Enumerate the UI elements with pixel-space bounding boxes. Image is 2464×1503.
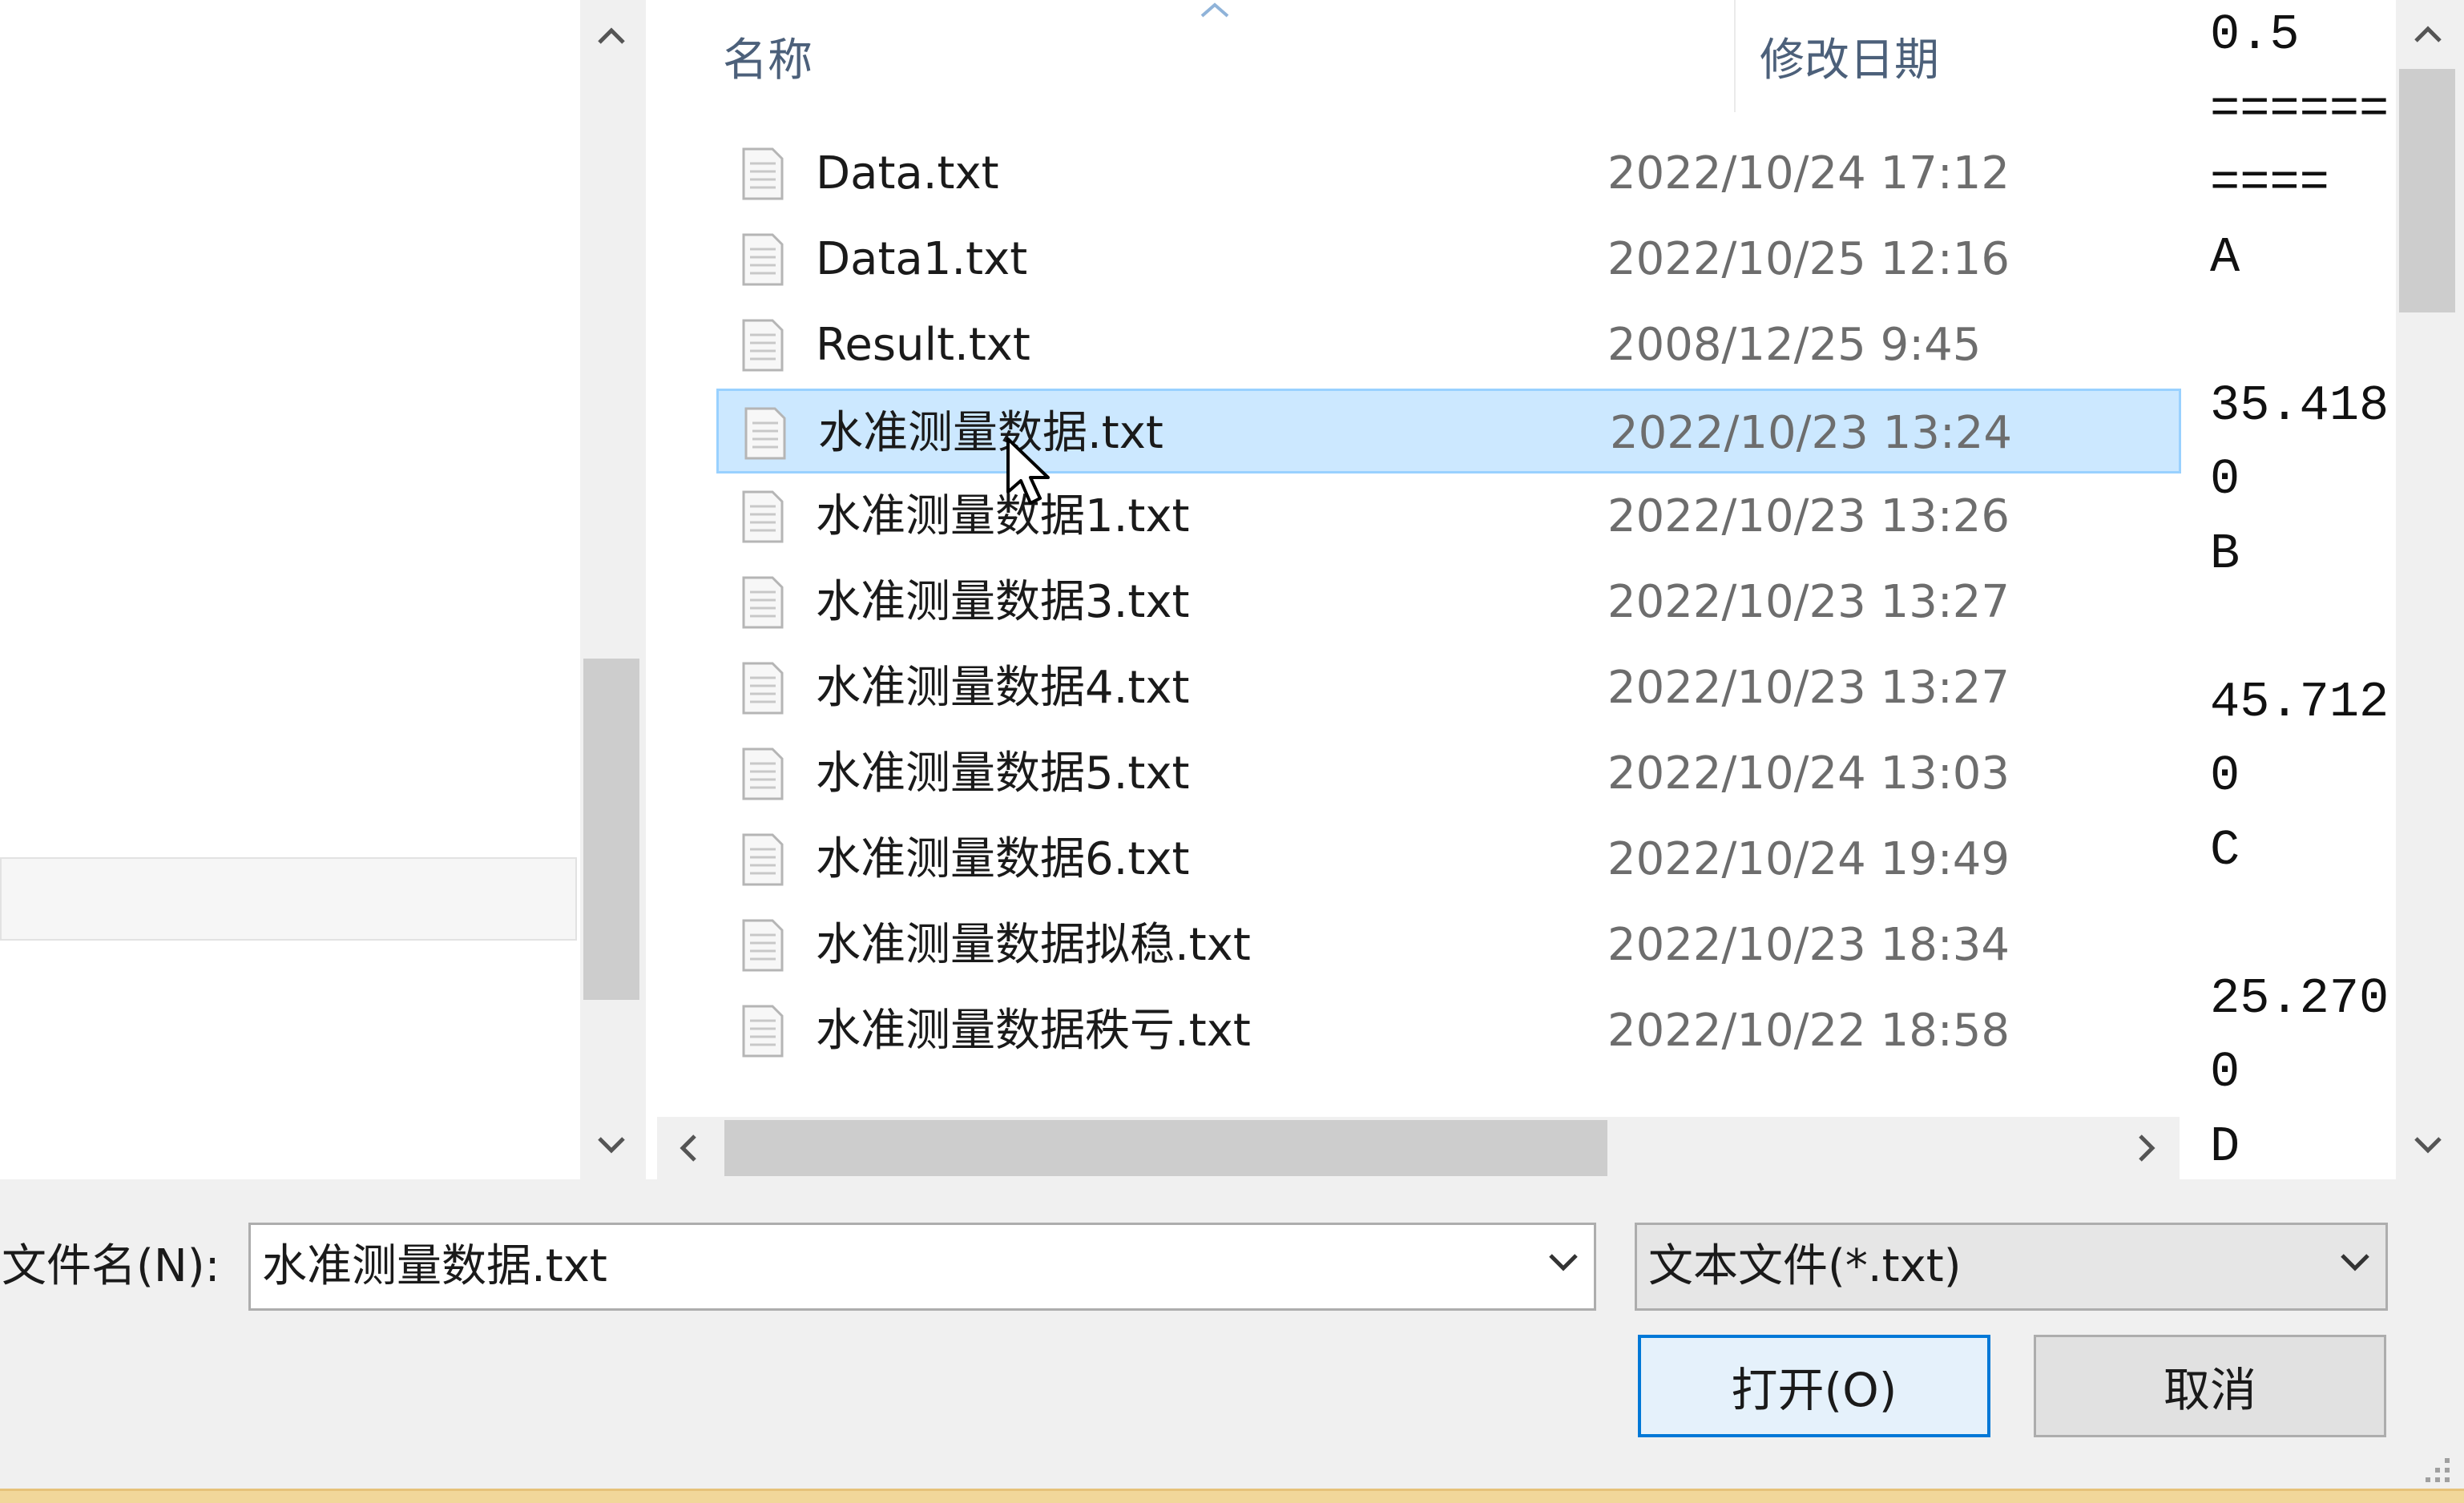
file-row[interactable]: 水准测量数据秩亏.txt 2022/10/22 18:58: [716, 989, 2181, 1074]
file-modified-date: 2022/10/22 18:58: [1607, 1005, 2010, 1057]
file-name: 水准测量数据拟稳.txt: [816, 919, 1251, 971]
horizontal-scroll-thumb[interactable]: [724, 1120, 1607, 1176]
file-modified-date: 2008/12/25 9:45: [1607, 319, 1982, 371]
file-modified-date: 2022/10/24 19:49: [1607, 833, 2010, 885]
sort-ascending-icon: [1199, 2, 1231, 22]
preview-text-line: A: [2210, 228, 2240, 286]
file-name: 水准测量数据3.txt: [816, 576, 1190, 628]
resize-grip-icon[interactable]: [2414, 1447, 2453, 1489]
file-modified-date: 2022/10/23 13:27: [1607, 576, 2010, 628]
file-name: 水准测量数据5.txt: [816, 747, 1190, 800]
file-modified-date: 2022/10/23 18:34: [1607, 919, 2010, 971]
text-file-icon: [740, 232, 785, 288]
navigation-vertical-scrollbar[interactable]: [580, 0, 643, 1179]
preview-vertical-scrollbar[interactable]: [2396, 0, 2460, 1179]
preview-text-line: D: [2210, 1118, 2240, 1175]
text-file-icon: [740, 746, 785, 802]
file-row[interactable]: 水准测量数据1.txt 2022/10/23 13:26: [716, 474, 2181, 559]
column-header-name[interactable]: 名称: [723, 0, 813, 112]
preview-scroll-thumb[interactable]: [2399, 69, 2455, 312]
navigation-scroll-thumb[interactable]: [583, 659, 639, 1000]
text-file-icon: [740, 917, 785, 973]
scroll-left-arrow-icon[interactable]: [657, 1117, 720, 1179]
scroll-down-arrow-icon[interactable]: [2396, 1110, 2460, 1179]
preview-text-line: 25.270: [2210, 969, 2389, 1027]
text-file-icon: [740, 1003, 785, 1059]
file-name: 水准测量数据6.txt: [816, 833, 1190, 885]
filename-input[interactable]: 水准测量数据.txt: [262, 1225, 607, 1308]
file-name: Result.txt: [816, 319, 1030, 371]
file-modified-date: 2022/10/24 13:03: [1607, 747, 2010, 800]
preview-pane: 0.5 ====== ==== A 35.418 0 B 45.712 0 C 25.270 0 D: [2183, 0, 2399, 1179]
preview-text-line: 0: [2210, 451, 2240, 508]
navigation-item[interactable]: [0, 857, 577, 941]
file-modified-date: 2022/10/24 17:12: [1607, 147, 2010, 199]
scroll-right-arrow-icon[interactable]: [2115, 1117, 2178, 1179]
scroll-down-arrow-icon[interactable]: [580, 1110, 643, 1179]
file-row[interactable]: 水准测量数据5.txt 2022/10/24 13:03: [716, 731, 2181, 816]
text-file-icon: [740, 489, 785, 545]
preview-text-line: 0: [2210, 747, 2240, 804]
file-name: 水准测量数据.txt: [818, 407, 1163, 459]
file-list-horizontal-scrollbar[interactable]: [657, 1117, 2180, 1179]
filetype-value: 文本文件(*.txt): [1648, 1240, 1962, 1292]
preview-text-line: C: [2210, 821, 2240, 879]
file-modified-date: 2022/10/25 12:16: [1607, 233, 2010, 285]
file-row[interactable]: 水准测量数据3.txt 2022/10/23 13:27: [716, 560, 2181, 645]
scroll-up-arrow-icon[interactable]: [580, 0, 643, 72]
file-modified-date: 2022/10/23 13:27: [1607, 662, 2010, 714]
preview-text-line: ======: [2210, 80, 2389, 138]
cancel-button[interactable]: 取消: [2034, 1335, 2386, 1437]
file-row[interactable]: 水准测量数据6.txt 2022/10/24 19:49: [716, 817, 2181, 902]
preview-text-line: B: [2210, 525, 2240, 582]
file-modified-date: 2022/10/23 13:24: [1610, 407, 2012, 459]
file-list: 名称 修改日期 Data.txt 2022/10/24 17:12 Data1.tx…: [646, 0, 2183, 1179]
file-row[interactable]: Data1.txt 2022/10/25 12:16: [716, 217, 2181, 302]
text-file-icon: [740, 832, 785, 888]
preview-text-line: 0: [2210, 1044, 2240, 1101]
file-name: 水准测量数据秩亏.txt: [816, 1005, 1251, 1057]
preview-text-line: 0.5: [2210, 6, 2300, 63]
filename-combobox[interactable]: 水准测量数据.txt: [248, 1223, 1596, 1311]
text-file-icon: [740, 146, 785, 202]
file-name: Data.txt: [816, 147, 999, 199]
preview-text-line: 45.712: [2210, 673, 2389, 731]
chevron-down-icon[interactable]: [2339, 1252, 2371, 1276]
chevron-down-icon[interactable]: [1547, 1252, 1579, 1276]
file-name: 水准测量数据1.txt: [816, 490, 1190, 542]
preview-text-line: ====: [2210, 155, 2329, 212]
column-divider[interactable]: [1734, 0, 1736, 112]
file-name: 水准测量数据4.txt: [816, 662, 1190, 714]
file-name: Data1.txt: [816, 233, 1028, 285]
navigation-pane: [0, 0, 590, 1179]
text-file-icon: [740, 660, 785, 716]
text-file-icon: [743, 405, 788, 461]
file-row[interactable]: 水准测量数据.txt 2022/10/23 13:24: [716, 389, 2181, 473]
column-header-modified[interactable]: 修改日期: [1760, 0, 1939, 112]
file-modified-date: 2022/10/23 13:26: [1607, 490, 2010, 542]
text-file-icon: [740, 317, 785, 373]
window-bottom-border: [0, 1489, 2464, 1503]
text-file-icon: [740, 574, 785, 631]
preview-text-line: 35.418: [2210, 377, 2389, 434]
filename-label: 文件名(N):: [2, 1240, 220, 1292]
mouse-cursor-icon: [1005, 436, 1053, 511]
file-row[interactable]: Data.txt 2022/10/24 17:12: [716, 131, 2181, 216]
file-row[interactable]: 水准测量数据4.txt 2022/10/23 13:27: [716, 646, 2181, 731]
file-row[interactable]: Result.txt 2008/12/25 9:45: [716, 303, 2181, 388]
file-row[interactable]: 水准测量数据拟稳.txt 2022/10/23 18:34: [716, 903, 2181, 988]
filetype-select[interactable]: 文本文件(*.txt): [1635, 1223, 2388, 1311]
open-button[interactable]: 打开(O): [1638, 1335, 1990, 1437]
scroll-up-arrow-icon[interactable]: [2396, 0, 2460, 69]
